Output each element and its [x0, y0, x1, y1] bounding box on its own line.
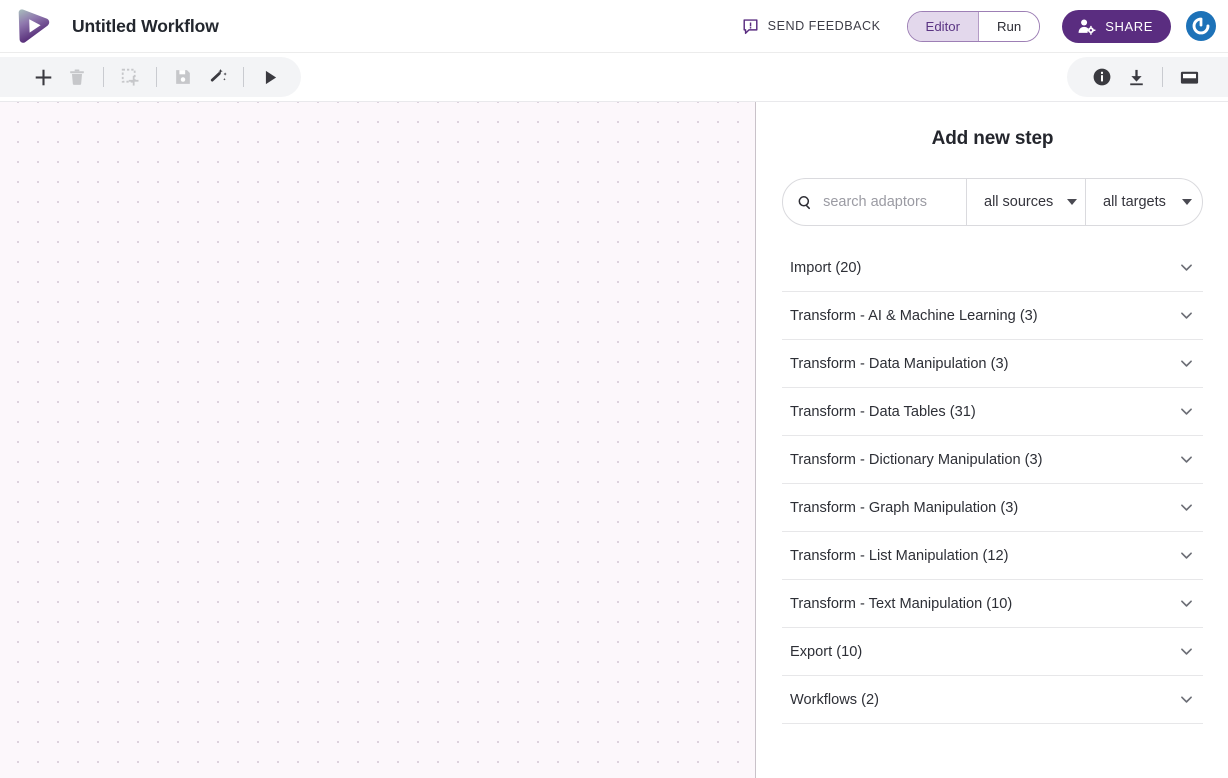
category-row-import[interactable]: Import (20): [782, 244, 1203, 292]
category-label: Transform - Text Manipulation (10): [790, 595, 1013, 612]
sources-select[interactable]: all sources: [966, 179, 1085, 225]
category-label: Transform - Dictionary Manipulation (3): [790, 451, 1043, 468]
tab-run[interactable]: Run: [978, 11, 1040, 41]
category-label: Transform - List Manipulation (12): [790, 547, 1009, 564]
page-title: Untitled Workflow: [72, 15, 219, 36]
search-input[interactable]: [823, 194, 966, 210]
chevron-down-icon: [1178, 595, 1195, 612]
category-row-workflows[interactable]: Workflows (2): [782, 676, 1203, 724]
canvas-toolbar: [0, 53, 1228, 102]
category-row-transform-data-manipulation[interactable]: Transform - Data Manipulation (3): [782, 340, 1203, 388]
sources-select-label: all sources: [984, 194, 1054, 210]
chevron-down-icon: [1178, 547, 1195, 564]
chevron-down-icon: [1178, 403, 1195, 420]
chevron-down-icon: [1182, 199, 1192, 205]
adaptor-search-row: all sources all targets: [782, 178, 1203, 226]
share-button[interactable]: SHARE: [1062, 9, 1171, 43]
toolbar-left-group: [0, 57, 301, 97]
openfn-play-logo-icon: [18, 9, 50, 43]
top-bar-actions: SEND FEEDBACK Editor Run SHARE: [734, 9, 1228, 43]
share-label: SHARE: [1105, 18, 1153, 34]
category-label: Workflows (2): [790, 691, 879, 708]
save-button[interactable]: [166, 60, 200, 94]
add-step-button[interactable]: [26, 60, 60, 94]
chevron-down-icon: [1178, 451, 1195, 468]
category-row-transform-ai-machine-learning[interactable]: Transform - AI & Machine Learning (3): [782, 292, 1203, 340]
toolbar-divider: [156, 67, 157, 87]
info-button[interactable]: [1085, 60, 1119, 94]
send-feedback-label: SEND FEEDBACK: [767, 19, 881, 33]
tab-editor[interactable]: Editor: [907, 11, 978, 41]
panel-layout-icon: [1180, 71, 1198, 84]
search-cell[interactable]: [783, 179, 966, 225]
mode-toggle: Editor Run: [906, 10, 1041, 42]
user-avatar-icon: [1192, 17, 1210, 35]
category-row-transform-graph-manipulation[interactable]: Transform - Graph Manipulation (3): [782, 484, 1203, 532]
chevron-down-icon: [1178, 691, 1195, 708]
category-label: Import (20): [790, 259, 862, 276]
category-label: Export (10): [790, 643, 863, 660]
info-circle-icon: [1093, 68, 1111, 86]
chevron-down-icon: [1178, 307, 1195, 324]
category-label: Transform - Data Manipulation (3): [790, 355, 1009, 372]
plus-icon: [35, 69, 51, 85]
chevron-down-icon: [1178, 259, 1195, 276]
chevron-down-icon: [1178, 643, 1195, 660]
category-label: Transform - AI & Machine Learning (3): [790, 307, 1038, 324]
targets-select-label: all targets: [1103, 194, 1166, 210]
category-row-transform-list-manipulation[interactable]: Transform - List Manipulation (12): [782, 532, 1203, 580]
avatar[interactable]: [1186, 11, 1216, 41]
category-label: Transform - Graph Manipulation (3): [790, 499, 1019, 516]
magic-wand-icon: [210, 68, 227, 82]
toolbar-right-group: [1067, 57, 1228, 97]
toolbar-divider: [103, 67, 104, 87]
toolbar-divider: [1162, 67, 1163, 87]
top-bar: Untitled Workflow SEND FEEDBACK Editor R…: [0, 0, 1228, 53]
chevron-down-icon: [1067, 199, 1078, 205]
feedback-bubble-icon: [743, 18, 758, 34]
targets-select[interactable]: all targets: [1085, 179, 1202, 225]
category-row-export[interactable]: Export (10): [782, 628, 1203, 676]
trash-icon: [70, 69, 84, 85]
workflow-canvas[interactable]: [0, 102, 756, 778]
adaptor-category-list: Import (20) Transform - AI & Machine Lea…: [782, 244, 1203, 724]
chevron-down-icon: [1178, 499, 1195, 516]
download-icon: [1129, 69, 1143, 85]
search-icon: [798, 195, 810, 209]
category-row-transform-dictionary-manipulation[interactable]: Transform - Dictionary Manipulation (3): [782, 436, 1203, 484]
delete-button[interactable]: [60, 60, 94, 94]
category-row-transform-data-tables[interactable]: Transform - Data Tables (31): [782, 388, 1203, 436]
panel-title: Add new step: [931, 128, 1054, 149]
category-row-transform-text-manipulation[interactable]: Transform - Text Manipulation (10): [782, 580, 1203, 628]
send-feedback-button[interactable]: SEND FEEDBACK: [734, 12, 889, 41]
download-button[interactable]: [1119, 60, 1153, 94]
floppy-save-icon: [176, 70, 190, 84]
chevron-down-icon: [1178, 355, 1195, 372]
run-button[interactable]: [253, 60, 287, 94]
auto-layout-button[interactable]: [200, 60, 234, 94]
toolbar-divider: [243, 67, 244, 87]
person-gear-icon: [1078, 19, 1096, 35]
dashed-box-plus-icon: [121, 68, 138, 86]
play-icon: [265, 70, 276, 84]
add-new-step-panel: Add new step all sources all targets Imp…: [757, 102, 1228, 778]
app-logo[interactable]: [12, 4, 56, 48]
select-area-button[interactable]: [113, 60, 147, 94]
toggle-panel-button[interactable]: [1172, 60, 1206, 94]
category-label: Transform - Data Tables (31): [790, 403, 976, 420]
